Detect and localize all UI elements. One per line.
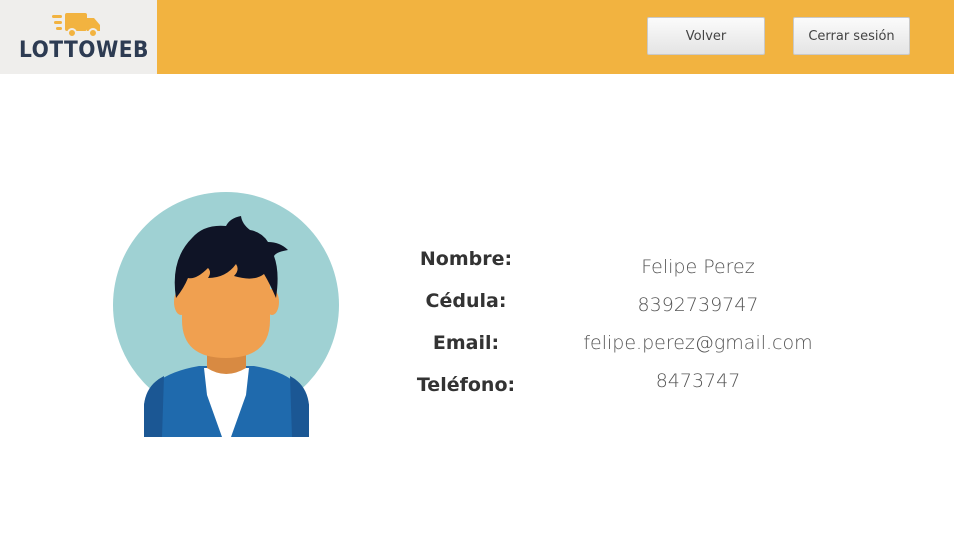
delivery-truck-icon (52, 13, 100, 38)
user-avatar-icon (113, 192, 339, 437)
id-number-value: 8392739747 (637, 294, 759, 316)
phone-value: 8473747 (655, 370, 741, 392)
brand-logo[interactable]: LOTTOWEB (0, 0, 157, 74)
back-button[interactable]: Volver (647, 17, 765, 55)
phone-label: Teléfono: (416, 374, 516, 396)
logout-button[interactable]: Cerrar sesión (793, 17, 910, 55)
email-value: felipe.perez@gmail.com (583, 332, 813, 354)
logo-text: LOTTOWEB (19, 38, 149, 63)
id-number-label: Cédula: (425, 290, 507, 312)
email-label: Email: (432, 332, 500, 354)
top-header-bar: LOTTOWEB Volver Cerrar sesión (0, 0, 954, 74)
name-value: Felipe Perez (641, 256, 755, 278)
name-label: Nombre: (419, 248, 513, 270)
